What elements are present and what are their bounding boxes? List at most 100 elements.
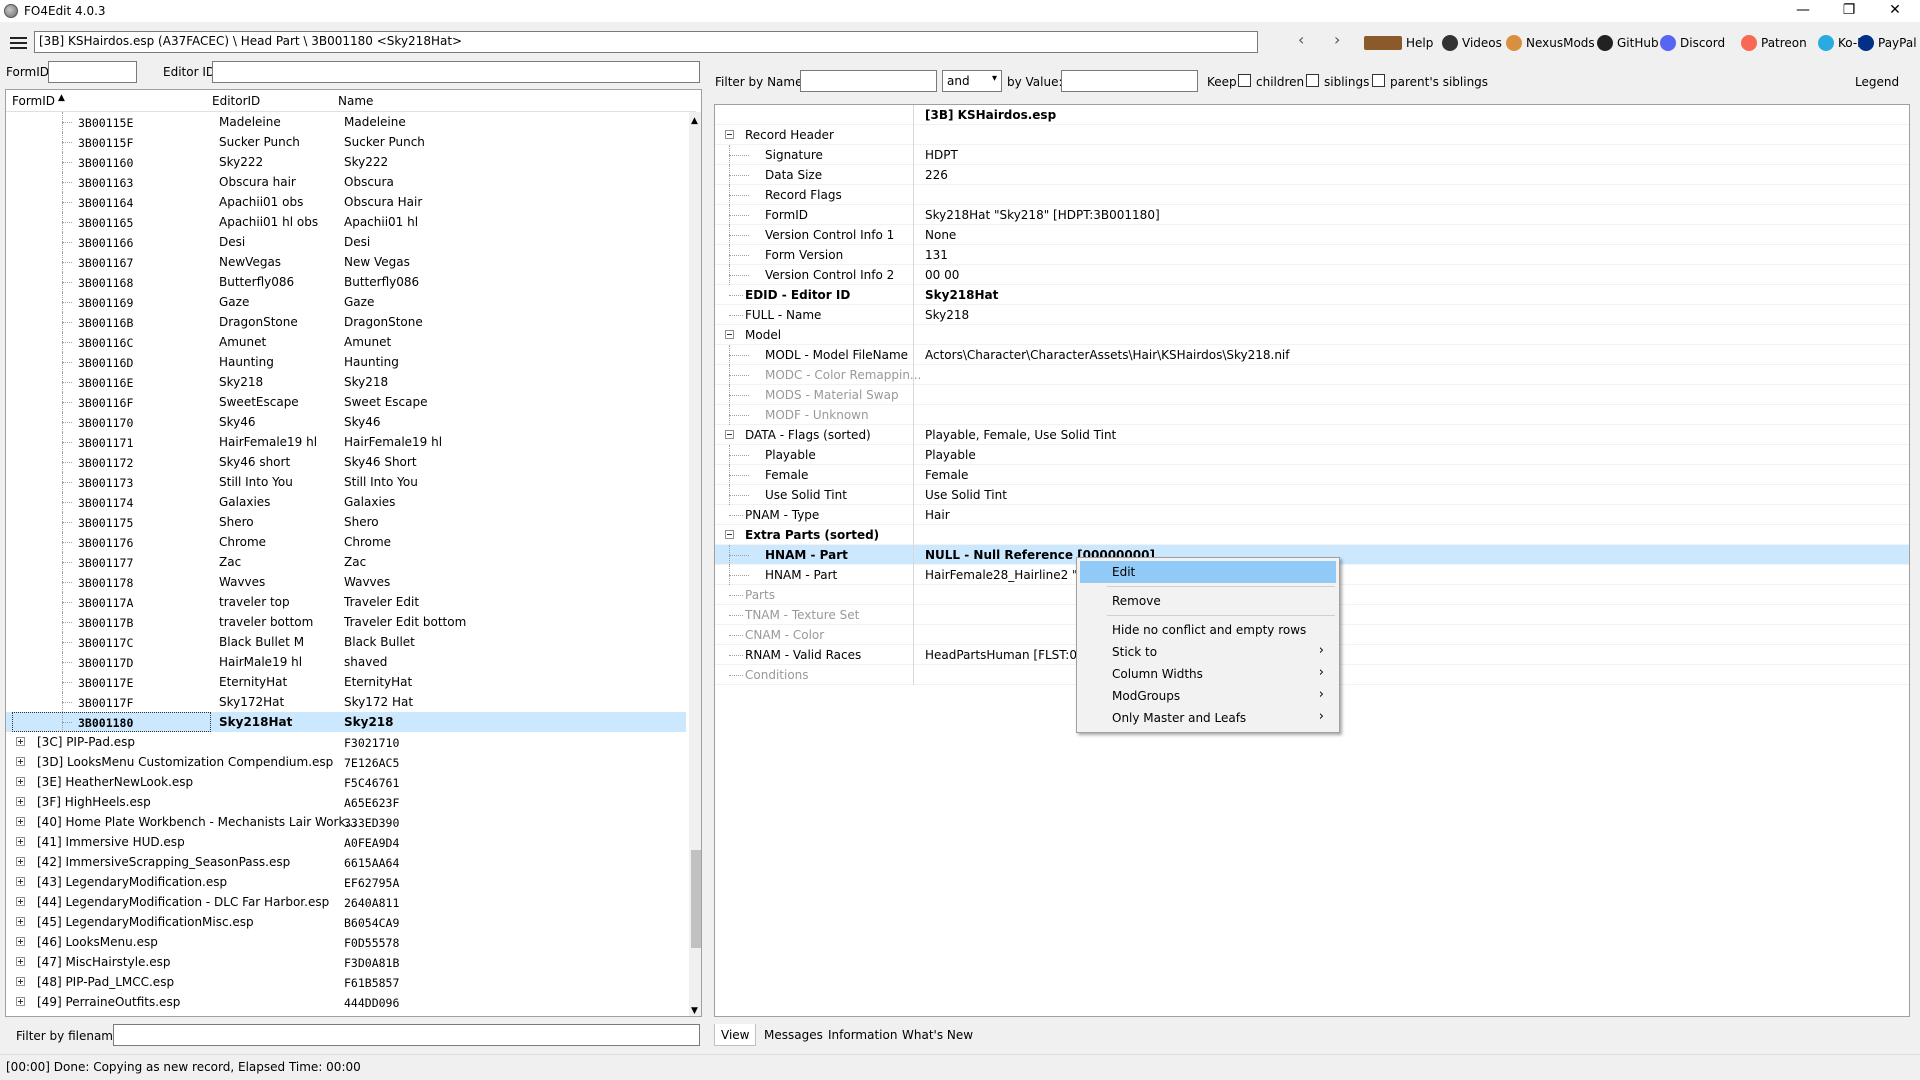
field-row[interactable]: DATA - Flags (sorted) Playable, Female, U… [715,425,1909,445]
expand-plus-icon[interactable] [16,757,25,766]
record-row[interactable]: 3B001171 HairFemale19 hl HairFemale19 hl [6,432,686,452]
collapse-minus-icon[interactable] [725,530,734,539]
toplink-paypal[interactable]: PayPal [1858,33,1917,53]
record-row[interactable]: 3B001175 Shero Shero [6,512,686,532]
record-row[interactable]: 3B001176 Chrome Chrome [6,532,686,552]
field-row[interactable]: Record Flags [715,185,1909,205]
expand-plus-icon[interactable] [16,997,25,1006]
collapse-minus-icon[interactable] [725,130,734,139]
expand-plus-icon[interactable] [16,797,25,806]
field-row[interactable]: Signature HDPT [715,145,1909,165]
menu-item-edit[interactable]: Edit [1080,561,1336,583]
toplink-patreon[interactable]: Patreon [1741,33,1807,53]
by-value-input[interactable] [1061,70,1198,92]
record-row[interactable]: 3B001167 NewVegas New Vegas [6,252,686,272]
record-row[interactable]: 3B00117F Sky172Hat Sky172 Hat [6,692,686,712]
field-row[interactable]: Version Control Info 1 None [715,225,1909,245]
expand-plus-icon[interactable] [16,957,25,966]
record-row[interactable]: 3B00117D HairMale19 hl shaved [6,652,686,672]
record-row[interactable]: 3B00115F Sucker Punch Sucker Punch [6,132,686,152]
children-checkbox[interactable] [1238,74,1251,88]
field-row[interactable]: EDID - Editor ID Sky218Hat [715,285,1909,305]
expand-plus-icon[interactable] [16,877,25,886]
filter-filename-input[interactable] [113,1024,700,1046]
menu-item-remove[interactable]: Remove [1080,590,1336,612]
tab-what-s-new[interactable]: What's New [896,1024,979,1046]
plugin-row[interactable]: [43] LegendaryModification.esp EF62795A [6,872,686,892]
plugin-row[interactable]: [40] Home Plate Workbench - Mechanists L… [6,812,686,832]
field-row[interactable]: MODL - Model FileName Actors\Character\Ch… [715,345,1909,365]
record-row[interactable]: 3B001166 Desi Desi [6,232,686,252]
expand-plus-icon[interactable] [16,897,25,906]
menu-item-modgroups[interactable]: ModGroups › [1080,685,1336,707]
expand-plus-icon[interactable] [16,937,25,946]
toplink-discord[interactable]: Discord [1660,33,1725,53]
record-row[interactable]: 3B00117A traveler top Traveler Edit [6,592,686,612]
field-row[interactable]: Form Version 131 [715,245,1909,265]
maximize-button[interactable]: ❐ [1826,0,1872,22]
record-tree[interactable]: FormID ▲ EditorID Name 3B00115E Madeleine… [5,89,702,1017]
record-row[interactable]: 3B001163 Obscura hair Obscura [6,172,686,192]
scrollbar-thumb[interactable] [691,850,701,948]
expand-plus-icon[interactable] [16,857,25,866]
record-row[interactable]: 3B001177 Zac Zac [6,552,686,572]
expand-plus-icon[interactable] [16,777,25,786]
record-row[interactable]: 3B001164 Apachii01 obs Obscura Hair [6,192,686,212]
minimize-button[interactable]: — [1780,0,1826,22]
parents-siblings-checkbox[interactable] [1372,74,1385,88]
collapse-minus-icon[interactable] [725,330,734,339]
field-row[interactable]: Data Size 226 [715,165,1909,185]
siblings-checkbox[interactable] [1306,74,1319,88]
field-row[interactable]: MODC - Color Remappin... [715,365,1909,385]
plugin-row[interactable]: [3F] HighHeels.esp A65E623F [6,792,686,812]
field-row[interactable]: Use Solid Tint Use Solid Tint [715,485,1909,505]
expand-plus-icon[interactable] [16,817,25,826]
record-row[interactable]: 3B001170 Sky46 Sky46 [6,412,686,432]
expand-plus-icon[interactable] [16,977,25,986]
tab-information[interactable]: Information [822,1024,903,1046]
plugin-row[interactable]: [41] Immersive HUD.esp A0FEA9D4 [6,832,686,852]
menu-item-stick-to[interactable]: Stick to › [1080,641,1336,663]
record-row[interactable]: 3B001168 Butterfly086 Butterfly086 [6,272,686,292]
tab-view[interactable]: View [714,1024,757,1046]
formid-input[interactable] [48,61,137,83]
field-row[interactable]: Extra Parts (sorted) [715,525,1909,545]
record-row[interactable]: 3B001160 Sky222 Sky222 [6,152,686,172]
toplink-nexusmods[interactable]: NexusMods [1506,33,1595,53]
column-header-name[interactable]: Name [338,94,373,108]
record-row[interactable]: 3B00116B DragonStone DragonStone [6,312,686,332]
field-row[interactable]: Playable Playable [715,445,1909,465]
record-row[interactable]: 3B001178 Wavves Wavves [6,572,686,592]
record-row[interactable]: 3B00116D Haunting Haunting [6,352,686,372]
record-row[interactable]: 3B001169 Gaze Gaze [6,292,686,312]
field-row[interactable]: FormID Sky218Hat "Sky218" [HDPT:3B001180] [715,205,1909,225]
field-row[interactable]: FULL - Name Sky218 [715,305,1909,325]
record-row[interactable]: 3B001165 Apachii01 hl obs Apachii01 hl [6,212,686,232]
field-row[interactable]: Model [715,325,1909,345]
plugin-row[interactable]: [45] LegendaryModificationMisc.esp B6054C… [6,912,686,932]
record-row[interactable]: 3B001173 Still Into You Still Into You [6,472,686,492]
record-row[interactable]: 3B00116E Sky218 Sky218 [6,372,686,392]
filter-name-input[interactable] [800,70,937,92]
record-row[interactable]: 3B00117B traveler bottom Traveler Edit bot… [6,612,686,632]
close-button[interactable]: ✕ [1872,0,1918,22]
record-row[interactable]: 3B001180 Sky218Hat Sky218 [6,712,686,732]
field-row[interactable]: MODF - Unknown [715,405,1909,425]
field-row[interactable]: Version Control Info 2 00 00 [715,265,1909,285]
expand-plus-icon[interactable] [16,737,25,746]
logic-select[interactable]: and ▾ [942,70,1002,92]
editorid-input[interactable] [212,61,700,83]
field-row[interactable]: MODS - Material Swap [715,385,1909,405]
record-path-field[interactable]: [3B] KSHairdos.esp (A37FACEC) \ Head Par… [34,31,1258,53]
forward-arrow-icon[interactable]: › [1334,30,1340,49]
record-row[interactable]: 3B00115E Madeleine Madeleine [6,112,686,132]
field-row[interactable]: Record Header [715,125,1909,145]
menu-item-hide-no-conflict-and-empty-rows[interactable]: Hide no conflict and empty rows [1080,619,1336,641]
field-row[interactable]: PNAM - Type Hair [715,505,1909,525]
plugin-row[interactable]: [48] PIP-Pad_LMCC.esp F61B5857 [6,972,686,992]
record-row[interactable]: 3B00116F SweetEscape Sweet Escape [6,392,686,412]
scroll-up-icon[interactable]: ▲ [691,116,698,126]
back-arrow-icon[interactable]: ‹ [1298,30,1304,49]
plugin-row[interactable]: [46] LooksMenu.esp F0D55578 [6,932,686,952]
tab-messages[interactable]: Messages [758,1024,829,1046]
